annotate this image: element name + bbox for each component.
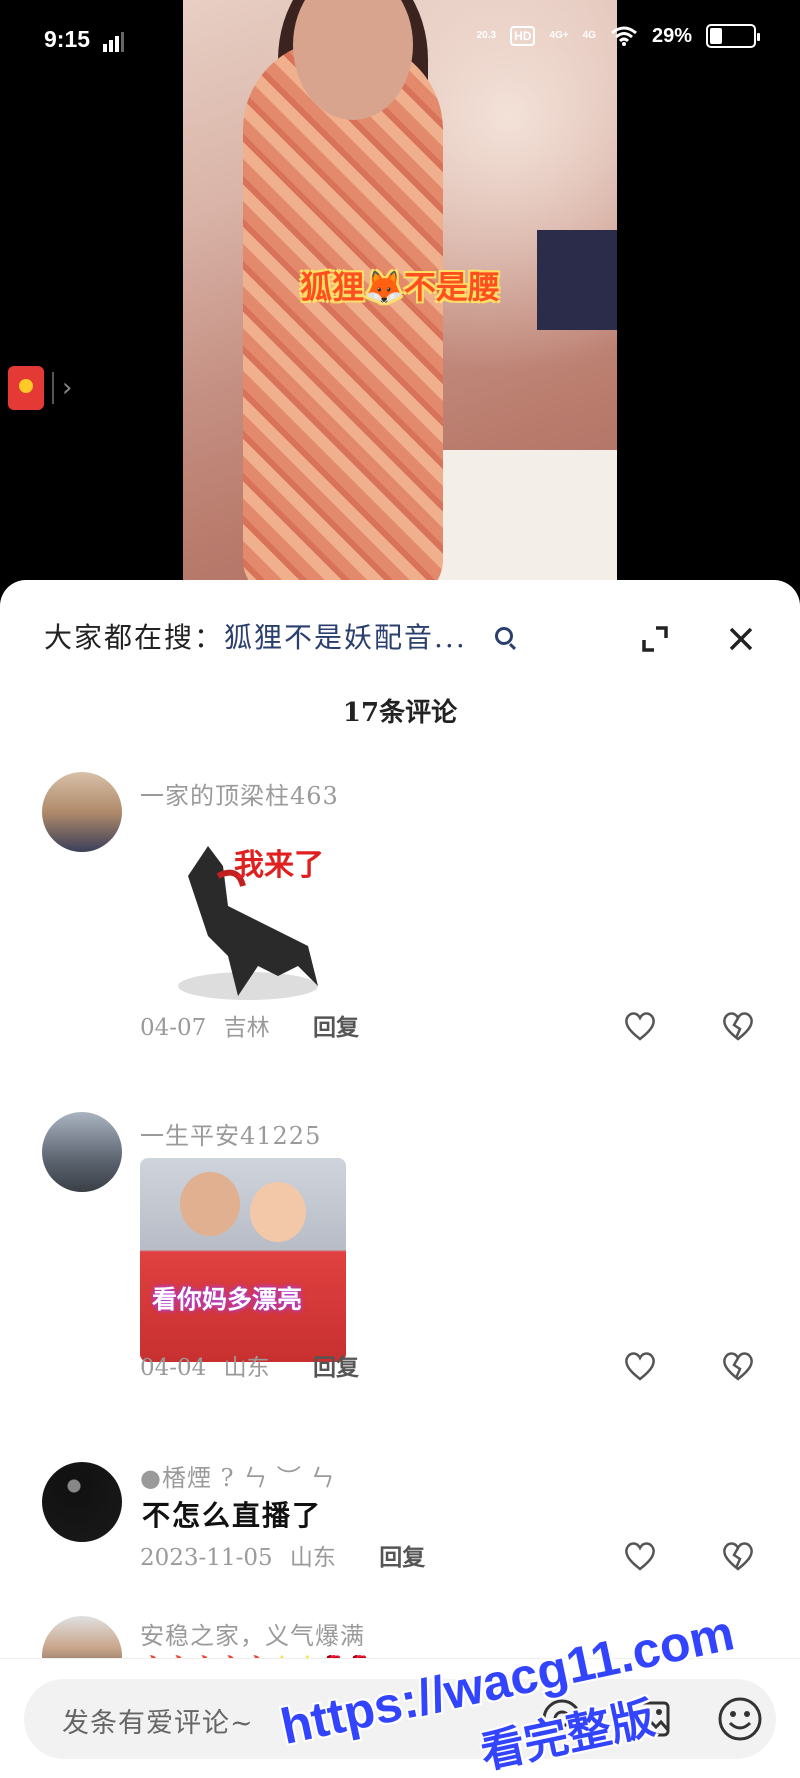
image-text: 看你妈多漂亮 [152,1285,303,1314]
reply-button[interactable]: 回复 [313,1014,359,1041]
comment-username[interactable]: 一生平安41225 [140,1116,321,1151]
comment-meta: 04-04 山东 回复 [140,1348,359,1382]
avatar[interactable] [42,1112,122,1192]
sim2-label: 4G [582,30,596,41]
heart-icon[interactable] [623,1540,657,1572]
hd-badge: HD [510,26,536,46]
comment-username[interactable]: 一家的顶梁柱463 [140,776,339,811]
comment-count: 17条评论 [342,698,458,728]
trending-search[interactable]: 大家都在搜： 狐狸不是妖配音... [44,616,513,656]
battery-percent: 29% [651,24,692,47]
broken-heart-icon[interactable] [721,1540,755,1572]
video-caption: 狐狸🦊不是腰 [300,268,500,306]
comment-location: 山东 [223,1355,270,1381]
comment-location: 吉林 [223,1015,270,1041]
comment-text: 不怎么直播了 [142,1499,323,1532]
sim1-label: 4G+ [549,30,569,41]
bed-graphic [417,450,617,580]
app-screen: 9:15 20.3 HD 4G+ 4G 29% 狐狸🦊不是腰 › 大家都在搜： … [0,0,800,1778]
avatar[interactable] [42,772,122,852]
at-mention-icon[interactable] [540,1697,584,1741]
search-term[interactable]: 狐狸不是妖配音... [224,616,467,656]
reply-button[interactable]: 回复 [379,1544,425,1571]
comment-date: 04-07 [140,1015,207,1041]
close-icon[interactable] [726,624,756,654]
comment-image[interactable]: 看你妈多漂亮 [140,1158,346,1362]
status-time: 9:15 [44,26,91,52]
broken-heart-icon[interactable] [721,1010,755,1042]
comment-item: ●楿煙 ? ㄣ ︶ ㄣ 不怎么直播了 2023-11-05 山东 回复 [0,1458,800,1578]
heart-icon[interactable] [623,1350,657,1382]
avatar[interactable] [42,1462,122,1542]
comment-item: 一生平安41225 看你妈多漂亮 04-04 山东 回复 [0,1112,800,1412]
video-frame[interactable]: 狐狸🦊不是腰 [183,0,617,580]
expand-icon[interactable] [640,624,670,654]
comment-username[interactable]: 安稳之家，义气爆满 [140,1616,365,1651]
broken-heart-icon[interactable] [721,1350,755,1382]
comment-input-bar: 发条有爱评论~ [0,1658,800,1778]
dancer-graphic [243,40,443,580]
comment-item: 一家的顶梁柱463 我来了 04-07 吉林 回复 [0,772,800,1082]
wifi-icon [611,26,637,46]
comment-username[interactable]: ●楿煙 ? ㄣ ︶ ㄣ [140,1458,335,1493]
status-right: 20.3 HD 4G+ 4G 29% [476,24,760,48]
network-speed: 20.3 [476,30,497,41]
sticker-text: 我来了 [234,848,324,883]
comment-date: 04-04 [140,1355,207,1381]
red-packet-icon[interactable] [8,366,44,410]
search-icon[interactable] [494,627,513,645]
status-bar: 9:15 20.3 HD 4G+ 4G 29% [0,0,800,80]
comments-sheet: 大家都在搜： 狐狸不是妖配音... 17条评论 一家的顶梁柱463 我来了 04… [0,580,800,1778]
chevron-right-icon[interactable]: › [52,372,72,404]
signal-icon [103,32,124,52]
battery-icon [706,24,760,48]
search-prefix: 大家都在搜： [44,621,225,654]
heart-icon[interactable] [623,1010,657,1042]
reply-button[interactable]: 回复 [313,1354,359,1381]
comment-meta: 2023-11-05 山东 回复 [140,1538,425,1572]
comment-input[interactable]: 发条有爱评论~ [24,1679,776,1759]
horse-sticker[interactable]: 我来了 [168,836,328,1006]
comment-date: 2023-11-05 [140,1545,273,1571]
image-icon[interactable] [628,1697,672,1741]
comment-location: 山东 [289,1545,336,1571]
comment-meta: 04-07 吉林 回复 [140,1008,359,1042]
input-placeholder: 发条有爱评论~ [62,1708,254,1739]
emoji-icon[interactable] [716,1695,764,1743]
